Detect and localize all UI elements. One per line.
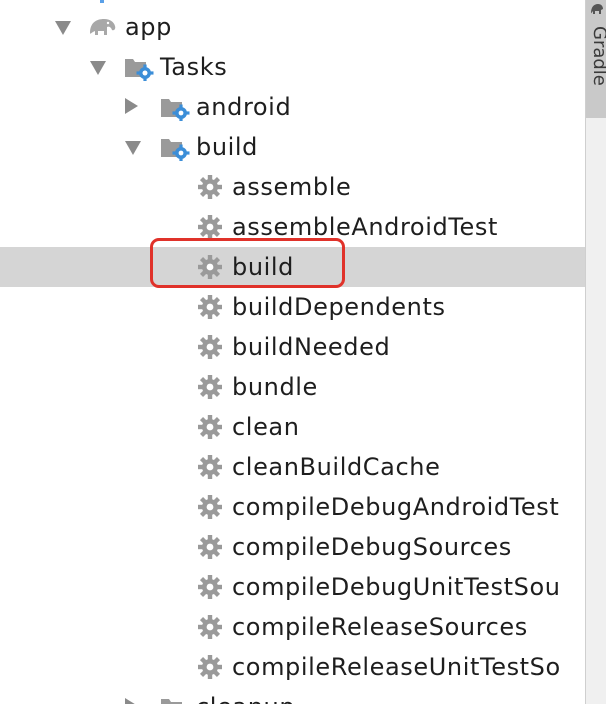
tree-label-cleanup: cleanup bbox=[196, 687, 295, 704]
tree-row-task-cleanBuildCache[interactable]: cleanBuildCache bbox=[0, 447, 585, 487]
tree-label-build-group: build bbox=[196, 133, 259, 161]
task-folder-icon bbox=[124, 55, 154, 82]
task-folder-icon bbox=[160, 135, 190, 162]
tree-label-task: compileReleaseSources bbox=[232, 613, 528, 641]
tree-row-task-compileReleaseUnitTestSo[interactable]: compileReleaseUnitTestSo bbox=[0, 647, 585, 687]
selection-highlight-box bbox=[150, 238, 345, 288]
tree-row-task-compileDebugSources[interactable]: compileDebugSources bbox=[0, 527, 585, 567]
gradle-elephant-icon bbox=[590, 0, 604, 14]
gear-icon bbox=[197, 534, 223, 559]
gear-icon bbox=[197, 494, 223, 519]
tree-row-task-compileDebugAndroidTest[interactable]: compileDebugAndroidTest bbox=[0, 487, 585, 527]
tree-row-android[interactable]: android bbox=[0, 87, 585, 127]
gradle-elephant-icon bbox=[86, 13, 118, 37]
gear-icon bbox=[197, 214, 223, 239]
gear-icon bbox=[197, 414, 223, 439]
tree-label-tasks: Tasks bbox=[160, 53, 228, 81]
tree-label-task: clean bbox=[232, 413, 300, 441]
tree-label-task: compileDebugSources bbox=[232, 533, 512, 561]
tree-label-android: android bbox=[196, 93, 292, 121]
tree-row-task-clean[interactable]: clean bbox=[0, 407, 585, 447]
tree-label-task: buildNeeded bbox=[232, 333, 391, 361]
tree-row-task-compileReleaseSources[interactable]: compileReleaseSources bbox=[0, 607, 585, 647]
gear-icon bbox=[197, 614, 223, 639]
tree-row-tasks[interactable]: Tasks bbox=[0, 47, 585, 87]
tree-row-cleanup[interactable]: cleanup bbox=[0, 687, 585, 704]
gear-icon bbox=[197, 654, 223, 679]
gear-icon bbox=[197, 454, 223, 479]
tree-label-app: app bbox=[125, 13, 172, 41]
gradle-tool-window: app Tasks android build assemble assembl… bbox=[0, 0, 585, 704]
tree-row-task-bundle[interactable]: bundle bbox=[0, 367, 585, 407]
gear-icon bbox=[197, 294, 223, 319]
gradle-tool-tab[interactable]: Gradle bbox=[586, 0, 606, 118]
tree-row-task-buildNeeded[interactable]: buildNeeded bbox=[0, 327, 585, 367]
expand-arrow-icon[interactable] bbox=[90, 61, 106, 75]
tree-row-task-buildDependents[interactable]: buildDependents bbox=[0, 287, 585, 327]
expand-arrow-icon[interactable] bbox=[55, 21, 71, 35]
tree-label-task: compileDebugUnitTestSou bbox=[232, 573, 561, 601]
tree-label-task: buildDependents bbox=[232, 293, 446, 321]
gear-icon bbox=[197, 574, 223, 599]
tree-row-task-assemble[interactable]: assemble bbox=[0, 167, 585, 207]
tree-label-task: cleanBuildCache bbox=[232, 453, 441, 481]
tree-label-task: bundle bbox=[232, 373, 318, 401]
collapse-arrow-icon[interactable] bbox=[125, 698, 138, 704]
tree-row-app[interactable]: app bbox=[0, 7, 585, 47]
tree-label-task: compileDebugAndroidTest bbox=[232, 493, 560, 521]
gear-icon bbox=[197, 374, 223, 399]
expand-arrow-icon[interactable] bbox=[125, 141, 141, 155]
right-tool-strip: Gradle bbox=[585, 0, 606, 704]
gear-icon bbox=[197, 174, 223, 199]
tree-label-task: compileReleaseUnitTestSo bbox=[232, 653, 561, 681]
gradle-tab-label: Gradle bbox=[589, 26, 606, 86]
gear-icon bbox=[197, 334, 223, 359]
tree-row-build-group[interactable]: build bbox=[0, 127, 585, 167]
scroll-indicator bbox=[100, 0, 104, 3]
collapse-arrow-icon[interactable] bbox=[125, 98, 138, 114]
task-folder-icon bbox=[160, 95, 190, 122]
tree-label-task: assemble bbox=[232, 173, 352, 201]
task-folder-icon bbox=[160, 695, 186, 704]
tree-row-task-compileDebugUnitTestSou[interactable]: compileDebugUnitTestSou bbox=[0, 567, 585, 607]
